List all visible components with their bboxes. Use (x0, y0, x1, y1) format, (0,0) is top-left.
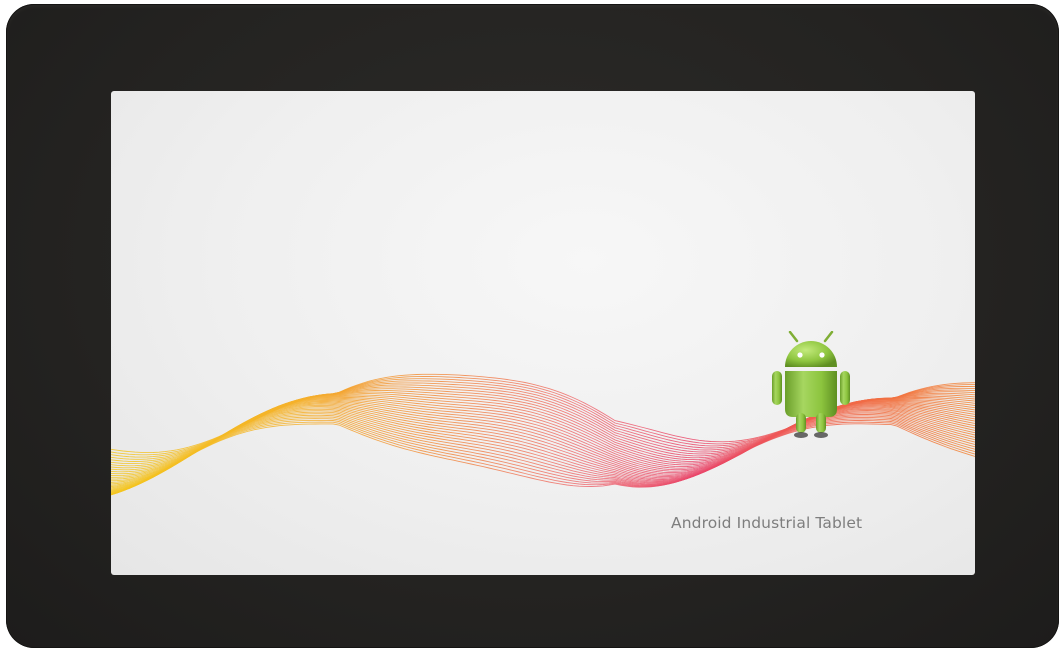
android-robot-icon (772, 331, 850, 438)
tablet-bezel: Android Industrial Tablet (6, 4, 1059, 648)
home-screen-wallpaper: Android Industrial Tablet (111, 91, 975, 575)
wallpaper-caption: Android Industrial Tablet (671, 514, 863, 532)
